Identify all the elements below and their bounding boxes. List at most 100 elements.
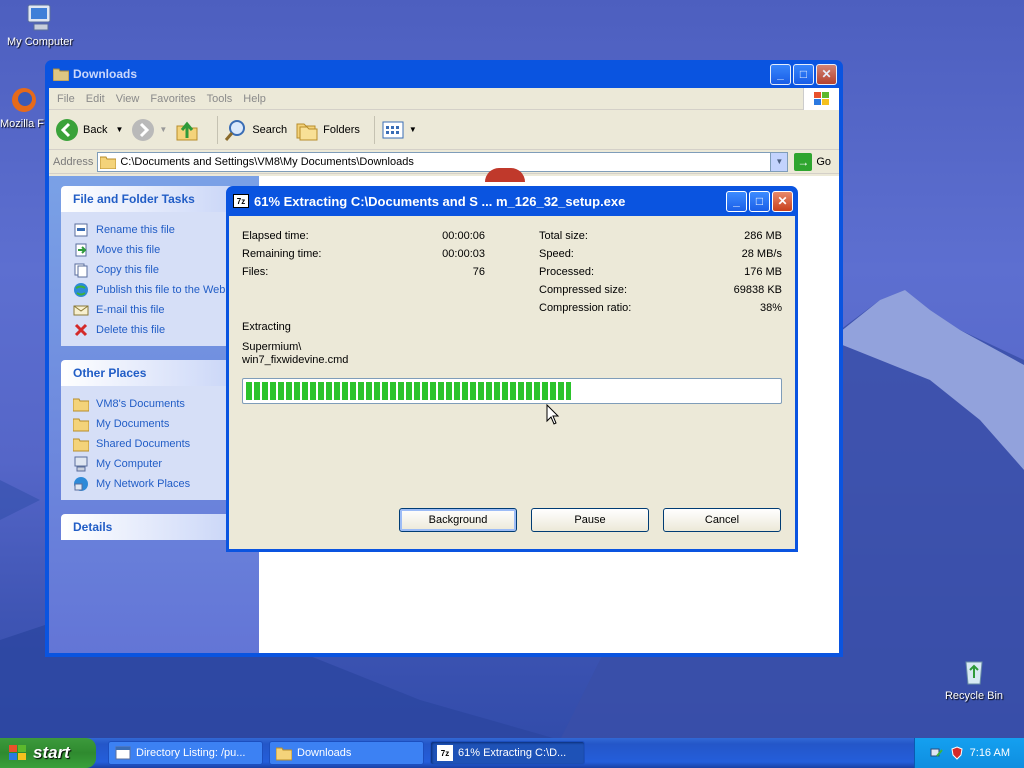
details-panel: Details bbox=[61, 514, 246, 540]
task-label: Rename this file bbox=[96, 224, 175, 236]
windows-logo bbox=[803, 87, 839, 110]
system-tray: 7:16 AM bbox=[914, 738, 1024, 768]
task-rename[interactable]: Rename this file bbox=[73, 220, 246, 240]
taskbar-item-label: Downloads bbox=[297, 747, 352, 759]
details-header[interactable]: Details bbox=[61, 514, 246, 540]
pause-button[interactable]: Pause bbox=[531, 508, 649, 532]
remaining-time-label: Remaining time: bbox=[242, 248, 322, 260]
menu-help[interactable]: Help bbox=[243, 93, 266, 105]
search-icon bbox=[225, 119, 246, 141]
search-button[interactable]: Search bbox=[224, 118, 287, 142]
back-button[interactable]: Back ▼ bbox=[55, 118, 123, 142]
7zip-icon: 7z bbox=[233, 194, 249, 208]
cancel-button[interactable]: Cancel bbox=[663, 508, 781, 532]
file-tasks-header[interactable]: File and Folder Tasks bbox=[61, 186, 246, 212]
task-publish[interactable]: Publish this file to the Web bbox=[73, 280, 246, 300]
recycle-bin-desktop-icon[interactable]: Recycle Bin bbox=[934, 656, 1014, 702]
toolbar-separator bbox=[217, 115, 219, 144]
minimize-button[interactable]: _ bbox=[770, 63, 791, 85]
menu-view[interactable]: View bbox=[116, 93, 140, 105]
dialog-titlebar[interactable]: 7z 61% Extracting C:\Documents and S ...… bbox=[229, 186, 795, 216]
start-button[interactable]: start bbox=[0, 738, 96, 768]
network-tray-icon[interactable] bbox=[930, 746, 944, 760]
other-places-header[interactable]: Other Places bbox=[61, 360, 246, 386]
delete-icon bbox=[74, 323, 88, 337]
task-copy[interactable]: Copy this file bbox=[73, 260, 246, 280]
address-bar: Address C:\Documents and Settings\VM8\My… bbox=[49, 150, 839, 174]
views-dropdown-icon: ▼ bbox=[408, 125, 417, 134]
minimize-icon: _ bbox=[733, 194, 740, 208]
up-folder-button[interactable] bbox=[175, 118, 203, 142]
browser-icon bbox=[115, 746, 131, 760]
maximize-button[interactable]: □ bbox=[793, 63, 814, 85]
go-button[interactable]: → Go bbox=[794, 152, 831, 171]
security-shield-icon[interactable] bbox=[950, 746, 964, 760]
maximize-button[interactable]: □ bbox=[749, 190, 770, 212]
taskbar-item-downloads[interactable]: Downloads bbox=[269, 741, 424, 765]
taskbar-item-extracting[interactable]: 7z 61% Extracting C:\D... bbox=[430, 741, 585, 765]
menu-favorites[interactable]: Favorites bbox=[150, 93, 195, 105]
forward-arrow-icon bbox=[132, 118, 155, 141]
place-my-computer[interactable]: My Computer bbox=[73, 454, 246, 474]
task-email[interactable]: E-mail this file bbox=[73, 300, 246, 320]
my-computer-desktop-icon[interactable]: My Computer bbox=[0, 2, 80, 48]
background-button[interactable]: Background bbox=[399, 508, 517, 532]
minimize-icon: _ bbox=[777, 67, 784, 81]
file-icon[interactable] bbox=[485, 168, 525, 182]
task-label: Move this file bbox=[96, 244, 161, 256]
place-label: My Documents bbox=[96, 418, 170, 430]
address-input[interactable]: C:\Documents and Settings\VM8\My Documen… bbox=[97, 151, 789, 172]
menu-file[interactable]: File bbox=[57, 93, 75, 105]
task-label: E-mail this file bbox=[96, 304, 165, 316]
files-label: Files: bbox=[242, 266, 269, 278]
windows-flag-icon bbox=[9, 745, 26, 760]
menu-bar: File Edit View Favorites Tools Help bbox=[49, 87, 839, 110]
taskbar-item-directory-listing[interactable]: Directory Listing: /pu... bbox=[108, 741, 263, 765]
computer-icon bbox=[27, 4, 51, 31]
task-move[interactable]: Move this file bbox=[73, 240, 246, 260]
task-delete[interactable]: Delete this file bbox=[73, 320, 246, 340]
mouse-cursor-icon bbox=[546, 404, 560, 425]
place-my-documents[interactable]: My Documents bbox=[73, 414, 246, 434]
computer-icon bbox=[74, 456, 88, 472]
close-icon: ✕ bbox=[821, 67, 832, 81]
folders-label: Folders bbox=[323, 123, 360, 136]
place-vm8-documents[interactable]: VM8's Documents bbox=[73, 394, 246, 414]
address-dropdown-icon[interactable]: ▼ bbox=[770, 152, 788, 171]
background-button-label: Background bbox=[428, 514, 488, 526]
network-icon bbox=[74, 477, 88, 491]
other-places-panel: Other Places VM8's Documents My Document… bbox=[61, 360, 246, 500]
forward-button[interactable]: ▼ bbox=[131, 118, 167, 142]
task-label: Publish this file to the Web bbox=[96, 284, 226, 296]
menu-edit[interactable]: Edit bbox=[86, 93, 105, 105]
copy-icon bbox=[74, 263, 88, 278]
speed-value: 28 MB/s bbox=[741, 248, 782, 260]
file-tasks-panel: File and Folder Tasks Rename this file M… bbox=[61, 186, 246, 346]
up-folder-icon bbox=[176, 121, 198, 140]
forward-dropdown-icon[interactable]: ▼ bbox=[159, 125, 167, 134]
views-icon bbox=[382, 121, 404, 138]
close-button[interactable]: ✕ bbox=[816, 63, 837, 85]
views-button[interactable]: ▼ bbox=[381, 118, 417, 142]
total-size-value: 286 MB bbox=[744, 230, 782, 242]
compressed-size-label: Compressed size: bbox=[539, 284, 628, 296]
compressed-size-value: 69838 KB bbox=[733, 284, 782, 296]
total-size-label: Total size: bbox=[539, 230, 588, 242]
place-my-network-places[interactable]: My Network Places bbox=[73, 474, 246, 494]
windows-flag-icon bbox=[813, 91, 829, 105]
taskbar-item-label: Directory Listing: /pu... bbox=[136, 747, 246, 759]
back-dropdown-icon[interactable]: ▼ bbox=[115, 125, 123, 134]
elapsed-time-label: Elapsed time: bbox=[242, 230, 309, 242]
clock[interactable]: 7:16 AM bbox=[970, 747, 1010, 759]
explorer-titlebar[interactable]: Downloads _ □ ✕ bbox=[49, 60, 839, 88]
close-button[interactable]: ✕ bbox=[772, 190, 793, 212]
minimize-button[interactable]: _ bbox=[726, 190, 747, 212]
folders-icon bbox=[296, 123, 318, 140]
extraction-dialog: 7z 61% Extracting C:\Documents and S ...… bbox=[226, 186, 798, 552]
place-shared-documents[interactable]: Shared Documents bbox=[73, 434, 246, 454]
go-label: Go bbox=[816, 155, 831, 168]
menu-tools[interactable]: Tools bbox=[207, 93, 233, 105]
extraction-progress-bar bbox=[242, 378, 782, 404]
desktop-icon-label: My Computer bbox=[6, 36, 74, 48]
folders-button[interactable]: Folders bbox=[295, 118, 360, 142]
